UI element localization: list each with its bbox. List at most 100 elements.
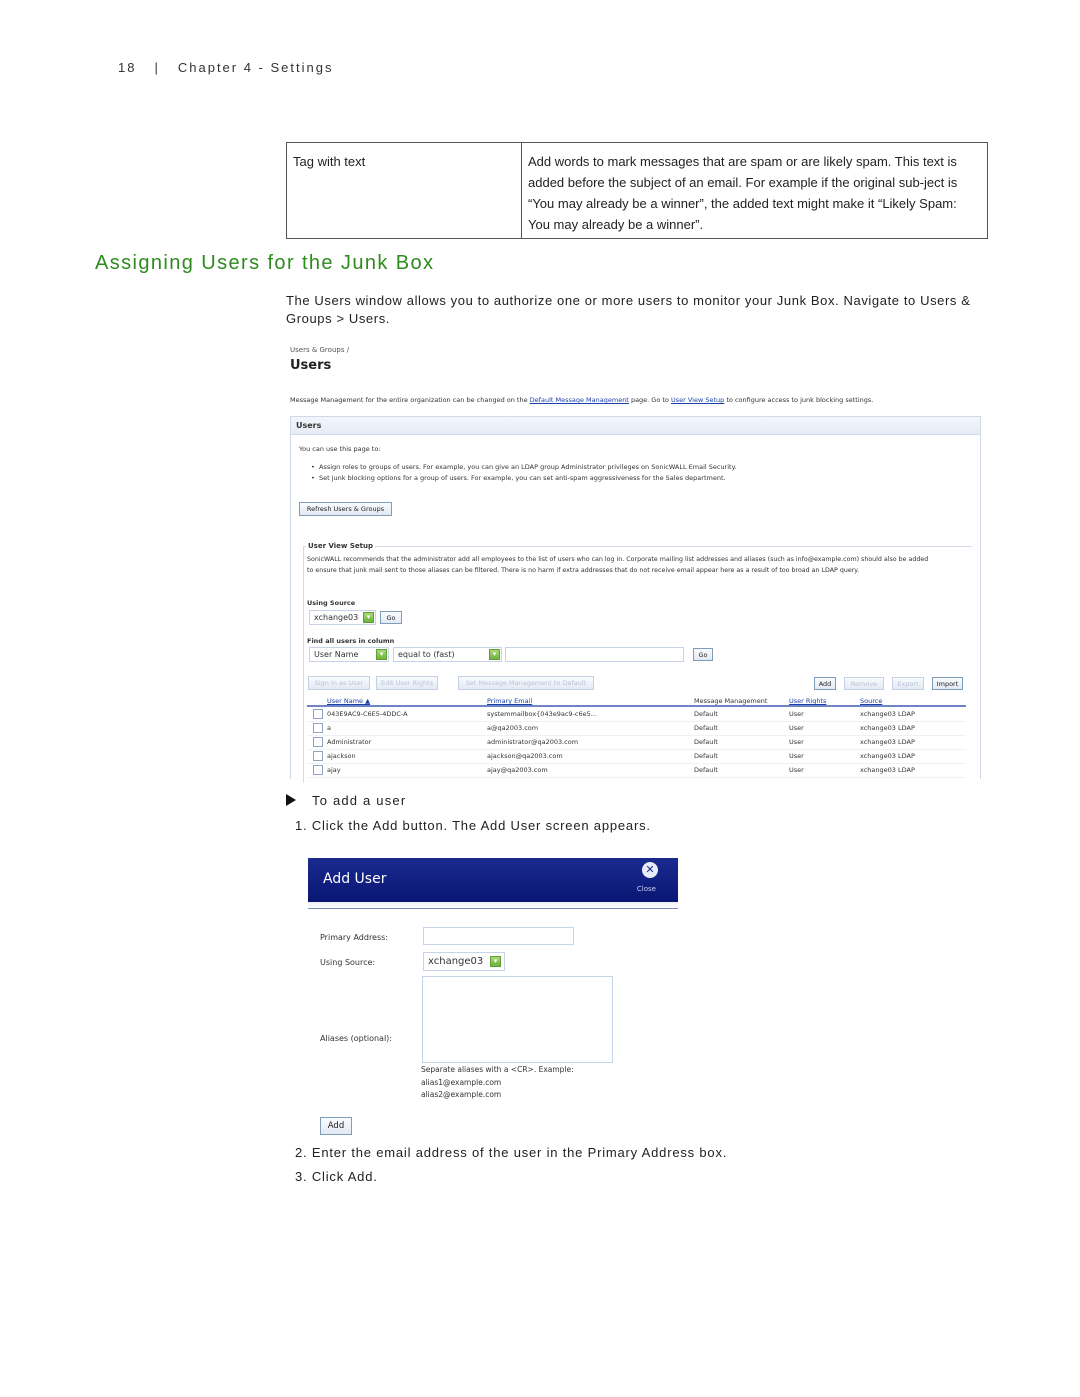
cell-user-rights: User <box>789 752 804 760</box>
cell-user-name: Administrator <box>327 738 372 746</box>
find-text-input[interactable] <box>505 647 684 662</box>
column-header-user-rights[interactable]: User Rights <box>789 697 826 705</box>
row-checkbox[interactable] <box>313 709 323 719</box>
cell-source: xchange03 LDAP <box>860 738 915 746</box>
cell-primary-email: administrator@qa2003.com <box>487 738 579 746</box>
cell-message-management: Default <box>694 738 718 746</box>
procedure-step: 2. Enter the email address of the user i… <box>295 1145 728 1160</box>
using-source-select[interactable]: xchange03 ▾ <box>423 952 505 971</box>
dialog-divider <box>308 902 678 909</box>
usage-bullet: Assign roles to groups of users. For exa… <box>311 463 737 471</box>
close-icon[interactable]: ✕ <box>642 862 658 878</box>
page-description: Message Management for the entire organi… <box>290 396 873 404</box>
using-source-label: Using Source: <box>320 958 376 967</box>
users-screenshot: Users & Groups / Users Message Managemen… <box>287 342 982 783</box>
cell-primary-email: a@qa2003.com <box>487 724 539 732</box>
cell-source: xchange03 LDAP <box>860 752 915 760</box>
using-source-value: xchange03 <box>428 956 484 967</box>
find-go-button[interactable]: Go <box>693 648 713 661</box>
set-default-button[interactable]: Set Message Management to Default <box>458 676 594 690</box>
section-title: Assigning Users for the Junk Box <box>95 252 435 274</box>
sign-in-as-user-button[interactable]: Sign in as User <box>308 676 370 690</box>
using-source-select[interactable]: xchange03 ▾ <box>309 610 376 625</box>
table-row[interactable]: Administrator administrator@qa2003.com Def… <box>307 735 966 750</box>
import-button[interactable]: Import <box>932 677 963 690</box>
chapter-title: Chapter 4 - Settings <box>177 60 334 75</box>
primary-address-input[interactable] <box>423 927 574 945</box>
default-message-management-link[interactable]: Default Message Management <box>530 396 629 404</box>
row-checkbox[interactable] <box>313 723 323 733</box>
find-column-select[interactable]: User Name ▾ <box>309 647 389 662</box>
cell-primary-email: systemmailbox{043e9ac9-c6e5... <box>487 710 597 718</box>
cell-message-management: Default <box>694 752 718 760</box>
running-header: 18 | Chapter 4 - Settings <box>118 60 333 75</box>
edit-user-rights-button[interactable]: Edit User Rights <box>376 676 438 690</box>
find-operator-select[interactable]: equal to (fast) ▾ <box>393 647 502 662</box>
close-label[interactable]: Close <box>637 885 656 893</box>
cell-user-rights: User <box>789 766 804 774</box>
column-header-user-name[interactable]: User Name ▲ <box>327 697 370 705</box>
add-button[interactable]: Add <box>814 677 836 690</box>
procedure-heading: To add a user <box>286 793 406 808</box>
procedure-title: To add a user <box>312 793 407 808</box>
desc-text: to configure access to junk blocking set… <box>724 396 874 404</box>
source-go-button[interactable]: Go <box>380 611 402 624</box>
header-separator: | <box>154 60 160 75</box>
find-operator-value: equal to (fast) <box>398 650 455 659</box>
dialog-add-button[interactable]: Add <box>320 1117 352 1135</box>
desc-text: page. Go to <box>628 396 671 404</box>
row-checkbox[interactable] <box>313 751 323 761</box>
usage-bullet: Set junk blocking options for a group of… <box>311 474 726 482</box>
remove-button[interactable]: Remove <box>844 677 884 690</box>
table-row[interactable]: ajackson ajackson@qa2003.com Default User xc… <box>307 749 966 764</box>
aliases-hint: Separate aliases with a <CR>. Example: a… <box>421 1064 574 1102</box>
cell-user-name: ajackson <box>327 752 356 760</box>
table-row: Tag with text Add words to mark messages… <box>286 142 988 239</box>
column-header-source[interactable]: Source <box>860 697 882 705</box>
cell-user-name: a <box>327 724 331 732</box>
hint-line: alias2@example.com <box>421 1090 502 1099</box>
page-number: 18 <box>118 60 137 75</box>
hint-line: Separate aliases with a <CR>. Example: <box>421 1065 574 1074</box>
term-cell: Tag with text <box>286 142 522 239</box>
refresh-users-groups-button[interactable]: Refresh Users & Groups <box>299 502 392 516</box>
user-view-setup-text: to ensure that junk mail sent to those a… <box>307 567 860 574</box>
chevron-down-icon: ▾ <box>490 956 501 967</box>
table-row[interactable]: 043E9AC9-C6E5-4DDC-A systemmailbox{043e9a… <box>307 707 966 722</box>
find-column-value: User Name <box>314 650 359 659</box>
aliases-textarea[interactable] <box>422 976 613 1063</box>
users-table-header: User Name ▲ Primary Email Message Manage… <box>307 697 966 707</box>
desc-text: Message Management for the entire organi… <box>290 396 530 404</box>
table-row[interactable]: ajay ajay@qa2003.com Default User xchange03 … <box>307 763 966 778</box>
cell-user-rights: User <box>789 710 804 718</box>
dialog-title: Add User <box>323 871 387 887</box>
cell-message-management: Default <box>694 766 718 774</box>
cell-user-rights: User <box>789 724 804 732</box>
usage-lead: You can use this page to: <box>299 445 381 453</box>
triangle-right-icon <box>286 794 296 806</box>
table-row[interactable]: a a@qa2003.com Default User xchange03 LDAP <box>307 721 966 736</box>
page-title: Users <box>290 358 332 373</box>
add-user-dialog: Add User ✕ Close Primary Address: Using … <box>308 858 679 1148</box>
row-checkbox[interactable] <box>313 737 323 747</box>
column-header-primary-email[interactable]: Primary Email <box>487 697 532 705</box>
definition-table: Tag with text Add words to mark messages… <box>286 142 988 239</box>
cell-primary-email: ajay@qa2003.com <box>487 766 548 774</box>
cell-user-name: 043E9AC9-C6E5-4DDC-A <box>327 710 408 718</box>
users-panel: Users You can use this page to: Assign r… <box>290 416 981 783</box>
cell-user-name: ajay <box>327 766 341 774</box>
procedure-step: 1. Click the Add button. The Add User sc… <box>295 818 651 833</box>
user-view-setup-link[interactable]: User View Setup <box>671 396 724 404</box>
hint-line: alias1@example.com <box>421 1077 502 1087</box>
cell-user-rights: User <box>789 738 804 746</box>
dialog-header: Add User ✕ Close <box>308 858 678 902</box>
cell-message-management: Default <box>694 710 718 718</box>
export-button[interactable]: Export <box>892 677 924 690</box>
using-source-label: Using Source <box>307 599 356 607</box>
aliases-label: Aliases (optional): <box>320 1034 392 1043</box>
cell-source: xchange03 LDAP <box>860 724 915 732</box>
row-checkbox[interactable] <box>313 765 323 775</box>
user-view-setup-legend: User View Setup <box>308 542 373 550</box>
breadcrumb[interactable]: Users & Groups / <box>290 346 349 354</box>
cell-message-management: Default <box>694 724 718 732</box>
